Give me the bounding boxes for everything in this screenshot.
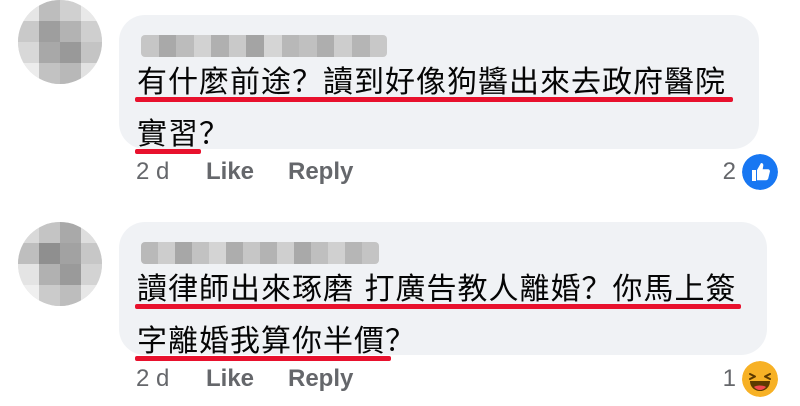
author-name[interactable] — [141, 35, 387, 57]
reaction-count: 1 — [722, 365, 736, 392]
comment-bubble: 讀律師出來琢磨 打廣告教人離婚？你馬上簽 字離婚我算你半價？ — [119, 222, 767, 361]
haha-icon — [742, 361, 778, 397]
reaction-summary[interactable]: 1 — [723, 357, 778, 401]
like-button[interactable]: Like — [206, 365, 254, 393]
timestamp[interactable]: 2 d — [136, 365, 169, 393]
comment-text: 讀律師出來琢磨 打廣告教人離婚？你馬上簽 字離婚我算你半價？ — [137, 264, 737, 368]
comment-line: 實習？ — [137, 117, 230, 152]
like-icon — [742, 154, 778, 190]
annotation-underline — [135, 97, 733, 102]
comment-bubble: 有什麼前途？讀到好像狗醬出來去政府醫院 實習？ — [119, 15, 759, 154]
timestamp[interactable]: 2 d — [136, 158, 169, 186]
comment-item: 讀律師出來琢磨 打廣告教人離婚？你馬上簽 字離婚我算你半價？ 2 d Like … — [0, 205, 800, 406]
comment-text: 有什麼前途？讀到好像狗醬出來去政府醫院 實習？ — [137, 57, 726, 161]
annotation-underline — [135, 304, 741, 309]
reaction-count: 2 — [722, 158, 736, 185]
annotation-underline — [135, 149, 201, 154]
annotation-underline — [135, 356, 391, 361]
like-button[interactable]: Like — [206, 158, 254, 186]
reaction-summary[interactable]: 2 — [723, 150, 778, 194]
avatar[interactable] — [18, 0, 102, 84]
reply-button[interactable]: Reply — [288, 158, 353, 186]
author-name[interactable] — [141, 242, 379, 264]
avatar[interactable] — [18, 222, 102, 306]
comment-item: 有什麼前途？讀到好像狗醬出來去政府醫院 實習？ 2 d Like Reply 2 — [0, 0, 800, 205]
reply-button[interactable]: Reply — [288, 365, 353, 393]
